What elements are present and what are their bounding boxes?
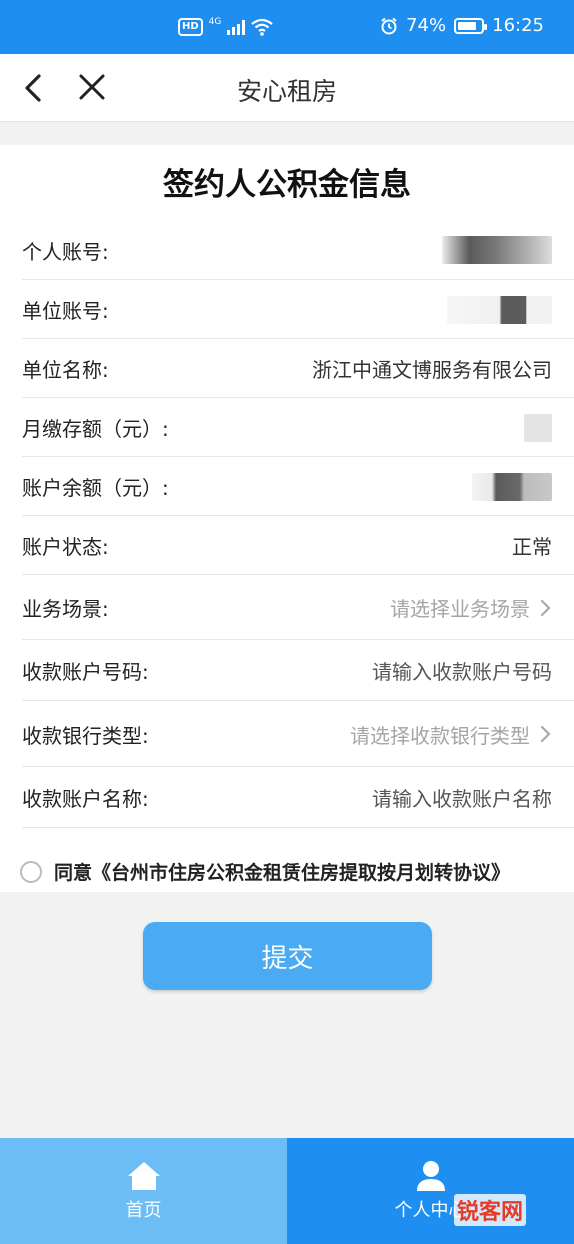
row-personal-account: 个人账号: <box>0 220 574 280</box>
business-scene-select[interactable]: 请选择业务场景 <box>390 593 552 622</box>
watermark-logo: 锐客网 <box>453 1194 526 1226</box>
status-bar: HD 4G 74% 16:25 <box>0 0 574 54</box>
row-payee-account-name[interactable]: 收款账户名称: 请输入收款账户名称 <box>0 767 574 828</box>
tab-home-label: 首页 <box>125 1200 162 1221</box>
row-label: 单位账号: <box>22 299 109 323</box>
home-icon <box>127 1162 160 1190</box>
redacted-value <box>442 236 552 264</box>
tab-profile[interactable]: 个人中心 <box>287 1138 574 1244</box>
row-label: 业务场景: <box>22 597 109 621</box>
signal-icon <box>227 19 246 35</box>
redacted-value <box>524 413 552 442</box>
agreement-row[interactable]: 同意《台州市住房公积金租赁住房提取按月划转协议》 <box>20 858 510 885</box>
redacted-value <box>447 295 552 324</box>
row-label: 个人账号: <box>22 239 109 264</box>
hd-badge: HD <box>178 18 203 36</box>
agreement-text[interactable]: 同意《台州市住房公积金租赁住房提取按月划转协议》 <box>54 858 510 885</box>
row-business-scene[interactable]: 业务场景: 请选择业务场景 <box>0 575 574 640</box>
bank-type-select[interactable]: 请选择收款银行类型 <box>350 720 552 749</box>
row-label: 收款账户名称: <box>22 787 149 811</box>
row-label: 账户状态: <box>22 535 109 559</box>
network-type: 4G <box>208 17 222 27</box>
status-value: 正常 <box>512 535 552 559</box>
tab-home[interactable]: 首页 <box>0 1138 287 1244</box>
payee-account-number-input[interactable]: 请输入收款账户号码 <box>372 656 552 685</box>
row-monthly-deposit: 月缴存额（元）: <box>0 398 574 457</box>
agreement-radio[interactable] <box>20 860 42 883</box>
row-payee-account-number[interactable]: 收款账户号码: 请输入收款账户号码 <box>0 640 574 701</box>
page-title: 安心租房 <box>236 77 337 106</box>
card-title: 签约人公积金信息 <box>163 167 411 203</box>
chevron-right-icon <box>540 725 551 743</box>
row-label: 收款银行类型: <box>22 723 149 748</box>
battery-icon <box>454 17 488 34</box>
tab-bar: 首页 个人中心 <box>0 1138 574 1244</box>
row-account-status: 账户状态: 正常 <box>0 516 574 575</box>
info-card: 签约人公积金信息 个人账号: 单位账号: 单位名称: 浙江中通文博服务有限公司 … <box>0 145 574 892</box>
wifi-icon <box>251 18 274 36</box>
status-left: HD 4G <box>178 17 274 36</box>
alarm-icon <box>381 17 397 34</box>
row-label: 账户余额（元）: <box>22 476 169 500</box>
user-icon <box>416 1161 445 1191</box>
row-value <box>447 295 552 324</box>
row-value: 浙江中通文博服务有限公司 <box>312 358 552 382</box>
row-company-account: 单位账号: <box>0 280 574 339</box>
nav-bar: 安心租房 <box>0 54 574 122</box>
payee-account-name-input[interactable]: 请输入收款账户名称 <box>372 783 552 812</box>
row-value <box>524 413 552 442</box>
row-value <box>442 236 552 264</box>
submit-button[interactable]: 提交 <box>143 922 432 990</box>
status-right: 74% 16:25 <box>380 15 544 36</box>
chevron-right-icon <box>540 599 551 616</box>
row-label: 单位名称: <box>22 358 109 382</box>
row-label: 收款账户号码: <box>22 660 149 684</box>
redacted-value <box>472 472 552 501</box>
row-company-name: 单位名称: 浙江中通文博服务有限公司 <box>0 339 574 398</box>
clock: 16:25 <box>492 15 544 36</box>
row-balance: 账户余额（元）: <box>0 457 574 516</box>
row-value <box>472 472 552 501</box>
battery-percent: 74% <box>406 15 447 36</box>
row-bank-type[interactable]: 收款银行类型: 请选择收款银行类型 <box>0 701 574 767</box>
row-label: 月缴存额（元）: <box>22 417 169 441</box>
